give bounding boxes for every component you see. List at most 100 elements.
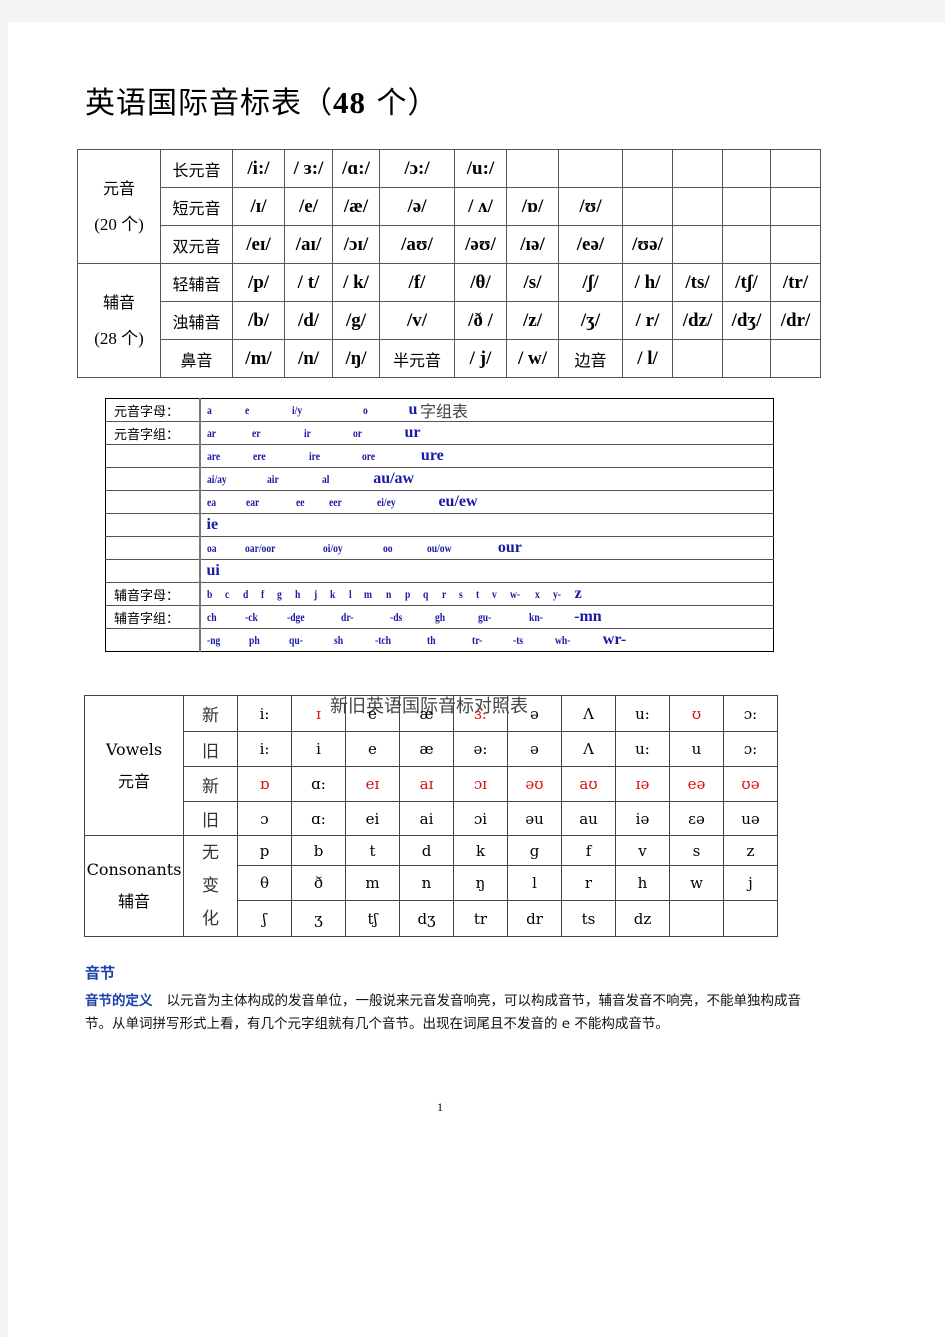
consonant-symbol-cell: s: [669, 835, 724, 866]
letter-token: x: [534, 587, 540, 601]
new-tag: 新: [183, 695, 238, 732]
empty-cell: [722, 149, 771, 188]
letter-row-label: [105, 444, 201, 468]
letter-row-values: b c d f g h j k l m n p q r s t v w-x y-z: [199, 582, 774, 606]
vowel-symbol-cell: ɒ: [237, 766, 292, 802]
vowel-symbol-cell: ei: [345, 801, 400, 836]
empty-cell: [622, 149, 673, 188]
letter-token: wr-: [602, 631, 627, 648]
letter-row-values: ui: [199, 559, 774, 583]
ipa-row-label: 短元音: [160, 187, 233, 226]
letter-token: eer: [329, 495, 342, 509]
ipa-symbol-cell: /e/: [284, 187, 333, 226]
vowel-symbol-cell: ɛə: [669, 801, 724, 836]
empty-cell: [722, 225, 771, 264]
empty-cell: [672, 187, 723, 226]
letter-token: gu-: [478, 610, 492, 624]
empty-cell: [669, 900, 724, 937]
group-count: (28 个): [94, 328, 144, 348]
letter-row-label: [105, 513, 201, 537]
ipa-symbol-cell: /i:/: [232, 149, 285, 188]
consonant-symbol-cell: θ: [237, 865, 292, 901]
consonant-symbol-cell: r: [561, 865, 616, 901]
ipa-symbol-cell: 边音: [558, 339, 623, 378]
letter-row-values: ie: [199, 513, 774, 537]
ipa-symbol-cell: /v/: [379, 301, 455, 340]
letter-table-row: ui: [105, 559, 774, 583]
vowel-symbol-cell: æ: [399, 695, 454, 732]
old-tag: 旧: [183, 801, 238, 836]
letter-table-row: 辅音字母： b c d f g h j k l m n p q r s t v w-x y-z: [105, 582, 774, 606]
vowel-symbol-cell: u:: [615, 731, 670, 767]
letter-token: oa: [206, 541, 217, 555]
letter-table-row: -ng ph qu-sh -tch th tr- -ts wh-wr-: [105, 628, 774, 652]
letter-token: wh-: [555, 633, 571, 647]
consonants-label-zh: 辅音: [117, 892, 150, 911]
vowel-symbol-cell: iə: [615, 801, 670, 836]
page-number: 1: [437, 1100, 443, 1114]
consonant-symbol-cell: tʃ: [345, 900, 400, 937]
letter-token: oo: [383, 541, 393, 555]
letter-token: u: [408, 401, 418, 418]
letter-token: e: [244, 403, 249, 417]
vowel-symbol-cell: ɔi: [453, 801, 508, 836]
consonant-symbol-cell: ts: [561, 900, 616, 937]
empty-cell: [558, 149, 623, 188]
vowel-symbol-cell: i: [291, 731, 346, 767]
syllable-definition-text: 以元音为主体构成的发音单位，一般说来元音发音响亮，可以构成音节，辅音发音不响亮，…: [85, 993, 801, 1032]
vowel-symbol-cell: ɑ:: [291, 801, 346, 836]
empty-cell: [622, 187, 673, 226]
letter-token: ire: [308, 449, 320, 463]
new-tag: 新: [183, 766, 238, 802]
ipa-symbol-cell: /tr/: [770, 263, 821, 302]
ipa-symbol-cell: /n/: [284, 339, 333, 378]
empty-cell: [722, 187, 771, 226]
ipa-symbol-cell: /p/: [232, 263, 285, 302]
consonant-symbol-cell: v: [615, 835, 670, 866]
letter-token: -ng: [206, 633, 220, 647]
letter-token: kn-: [528, 610, 543, 624]
letter-table-row: ai/ay air al au/aw: [105, 467, 774, 491]
letter-token: r: [441, 587, 447, 601]
letter-token: f: [261, 587, 265, 601]
letter-token: j: [313, 587, 318, 601]
consonant-symbol-cell: j: [723, 865, 778, 901]
ipa-symbol-cell: /ɪə/: [506, 225, 559, 264]
ipa-symbol-cell: /dz/: [672, 301, 723, 340]
ipa-symbol-cell: /ts/: [672, 263, 723, 302]
letter-token: ar: [206, 426, 216, 440]
letter-row-values: ch -ck -dge dr- -ds gh gu-kn- -mn: [199, 605, 774, 629]
ipa-symbol-cell: /s/: [506, 263, 559, 302]
vowel-symbol-cell: i:: [237, 731, 292, 767]
ipa-symbol-cell: /ʊ/: [558, 187, 623, 226]
comparison-consonant-row: Consonants 辅音无变化 p b t d k g f v s z: [84, 835, 778, 937]
letter-table-row: 辅音字组： ch -ck -dge dr- -ds gh gu-kn- -mn: [105, 605, 774, 629]
letter-token: ea: [206, 495, 216, 509]
unchanged-tag-char: 无: [202, 842, 219, 863]
letter-token: d: [242, 587, 248, 601]
letter-row-label: 元音字母：: [105, 398, 201, 422]
ipa-symbol-cell: /u:/: [454, 149, 507, 188]
empty-cell: [770, 339, 821, 378]
letter-row-label: 元音字组：: [105, 421, 201, 445]
vowels-label-en: Vowels: [105, 739, 163, 759]
vowel-symbol-cell: ə:: [453, 731, 508, 767]
letter-token: -tch: [375, 633, 392, 647]
letter-token: ph: [249, 633, 260, 647]
vowel-symbol-cell: e: [345, 695, 400, 732]
letter-token: ch: [206, 610, 217, 624]
vowel-symbol-cell: ɪ: [291, 695, 346, 732]
comparison-vowel-row: 旧 ɔ ɑ: ei ai ɔi əu au iə ɛə uə: [85, 801, 778, 836]
letter-token: o: [362, 403, 368, 417]
consonant-symbol-cell: t: [345, 835, 400, 866]
ipa-row-label: 浊辅音: [160, 301, 233, 340]
letter-token: g: [277, 587, 283, 601]
ipa-row-label: 双元音: [160, 225, 233, 264]
letter-table-row: 元音字母： a e i/y o u: [105, 398, 774, 422]
ipa-symbol-cell: /əʊ/: [454, 225, 507, 264]
ipa-symbol-cell: /ð /: [454, 301, 507, 340]
letter-token: oar/oor: [244, 541, 275, 555]
syllable-definition-lead: 音节的定义: [85, 993, 153, 1009]
consonants-label-en: Consonants: [86, 860, 182, 879]
letter-table-row: ie: [105, 513, 774, 537]
